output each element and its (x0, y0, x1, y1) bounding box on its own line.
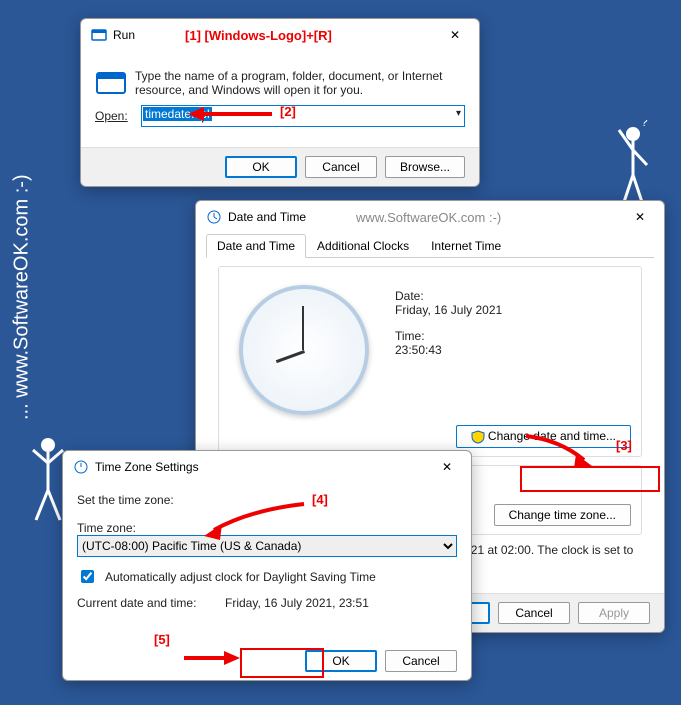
run-icon (91, 27, 107, 43)
timezone-label: Time zone: (77, 521, 457, 535)
close-button[interactable]: ✕ (626, 207, 654, 227)
annotation-step-4: [4] (312, 492, 328, 507)
auto-dst-checkbox[interactable] (81, 570, 94, 583)
annotation-step-1: [1] [Windows-Logo]+[R] (185, 28, 332, 43)
run-description: Type the name of a program, folder, docu… (135, 69, 465, 97)
stickman-thinking-icon: ? (613, 120, 653, 210)
date-value: Friday, 16 July 2021 (395, 303, 631, 317)
shield-icon (471, 430, 485, 444)
date-label: Date: (395, 289, 631, 303)
close-button[interactable]: ✕ (433, 457, 461, 477)
run-icon (95, 67, 127, 99)
apply-button[interactable]: Apply (578, 602, 650, 624)
set-timezone-label: Set the time zone: (77, 493, 457, 507)
tab-additional-clocks[interactable]: Additional Clocks (306, 234, 420, 258)
time-value: 23:50:43 (395, 343, 631, 357)
annotation-step-3: [3] (616, 438, 632, 453)
current-datetime-label: Current date and time: (77, 596, 217, 610)
svg-text:?: ? (641, 120, 648, 129)
close-button[interactable]: ✕ (441, 25, 469, 45)
ok-button[interactable]: OK (305, 650, 377, 672)
watermark-left: ... www.SoftwareOK.com :-) (11, 174, 34, 420)
browse-button[interactable]: Browse... (385, 156, 465, 178)
clock-icon (73, 459, 89, 475)
run-dialog: Run [1] [Windows-Logo]+[R] ✕ Type the na… (80, 18, 480, 187)
timezone-select[interactable]: (UTC-08:00) Pacific Time (US & Canada) (77, 535, 457, 557)
change-time-zone-button[interactable]: Change time zone... (494, 504, 631, 526)
run-title: Run (113, 28, 135, 42)
datetime-title: Date and Time (228, 210, 306, 224)
open-label: Open: (95, 109, 133, 123)
cancel-button[interactable]: Cancel (498, 602, 570, 624)
cancel-button[interactable]: Cancel (385, 650, 457, 672)
cancel-button[interactable]: Cancel (305, 156, 377, 178)
clock-icon (206, 209, 222, 225)
analog-clock (239, 285, 369, 415)
open-input-selected-text: timedate.cpl (143, 107, 212, 121)
tab-date-and-time[interactable]: Date and Time (206, 234, 306, 258)
watermark-titlebar: www.SoftwareOK.com :-) (356, 210, 501, 225)
time-label: Time: (395, 329, 631, 343)
annotation-step-2: [2] (280, 104, 296, 119)
tab-internet-time[interactable]: Internet Time (420, 234, 512, 258)
ok-button[interactable]: OK (225, 156, 297, 178)
timezone-settings-dialog: Time Zone Settings ✕ Set the time zone: … (62, 450, 472, 681)
timezone-settings-title: Time Zone Settings (95, 460, 199, 474)
auto-dst-label: Automatically adjust clock for Daylight … (105, 570, 376, 584)
change-date-time-button[interactable]: Change date and time... (456, 425, 631, 448)
annotation-step-5: [5] (154, 632, 170, 647)
chevron-down-icon[interactable]: ▾ (456, 108, 461, 119)
current-datetime-value: Friday, 16 July 2021, 23:51 (225, 596, 369, 610)
